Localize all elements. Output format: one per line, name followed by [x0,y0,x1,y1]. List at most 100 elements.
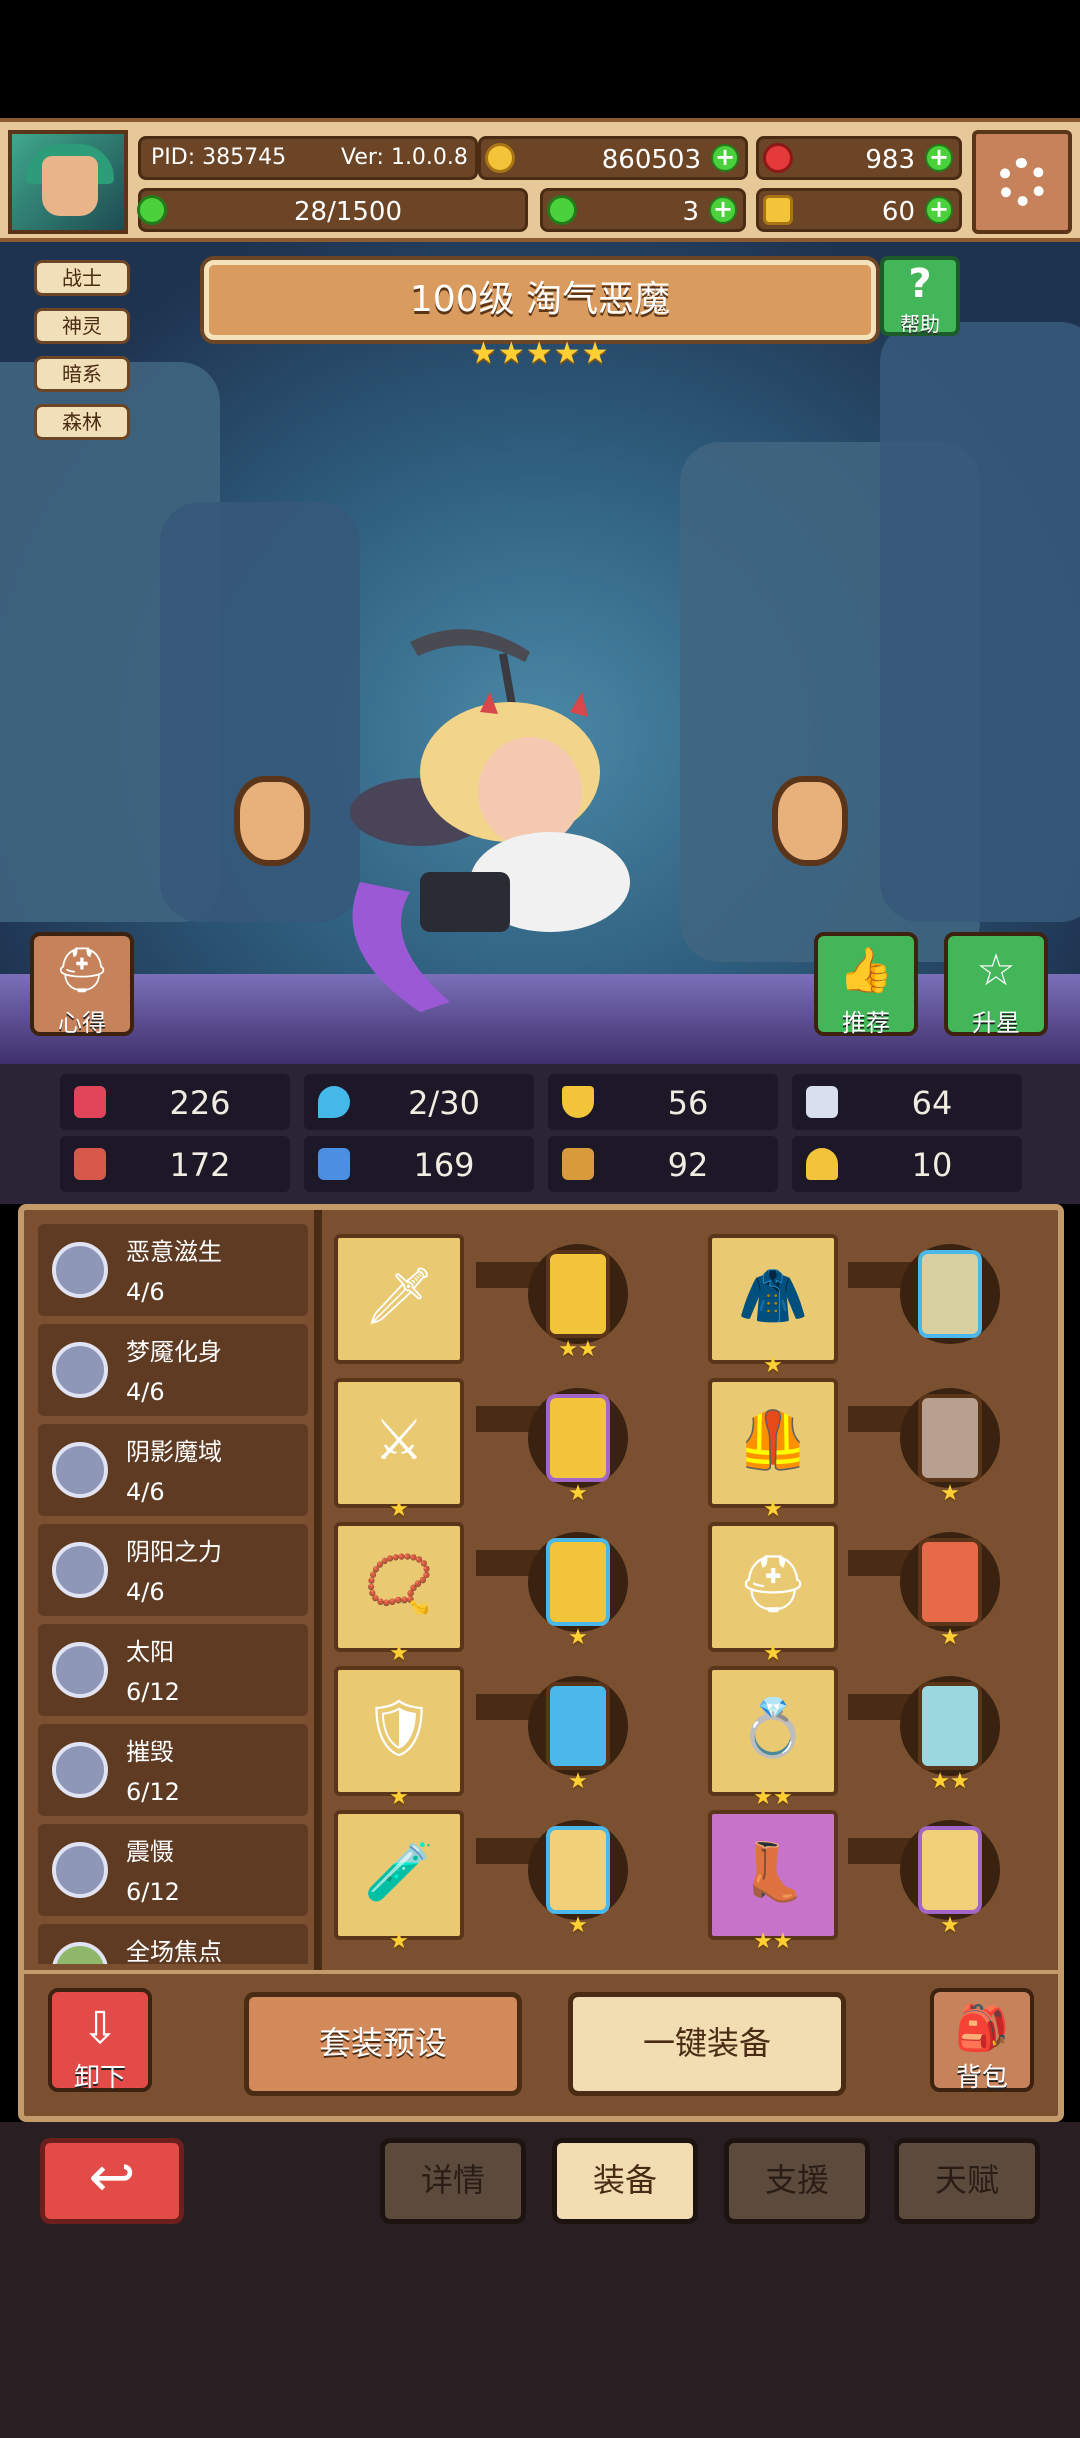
stat-hp: 226 [60,1074,290,1130]
rune-card-icon [918,1538,982,1626]
avatar-face [42,156,98,216]
top-status-bar: PID: 385745 Ver: 1.0.0.8 860503 + 983 + … [0,118,1080,242]
equip-all-button[interactable]: 一键装备 [568,1992,846,2096]
set-item[interactable]: 全场焦点 [38,1924,308,1964]
set-skull-icon [52,1842,108,1898]
slot-stars: ★ [763,1497,783,1522]
stat-attack: 172 [60,1136,290,1192]
offhand-rune-slot[interactable]: ★ [528,1388,628,1506]
weapon-rune-slot[interactable]: ★★ [528,1244,628,1362]
slot-stars: ★ [763,1353,783,1378]
scroll-amount: 60 [881,197,915,227]
set-item[interactable]: 太阳 6/12 [38,1624,308,1716]
tag-class[interactable]: 战士 [34,260,130,296]
stat-resist: 92 [548,1136,778,1192]
offhand-slot[interactable]: ⚔ ★ [334,1378,464,1522]
chest-rune-slot[interactable]: ★ [900,1388,1000,1506]
set-name: 摧毁 [126,1738,174,1766]
hero-character-sprite [350,629,630,1012]
helmet-rune-slot[interactable]: ★ [900,1532,1000,1650]
insight-label: 心得 [58,1009,106,1037]
help-label: 帮助 [900,312,940,336]
helmet-icon: ⛑ [737,1552,809,1617]
star-up-button[interactable]: ☆ 升星 [944,932,1048,1037]
weapon-slot[interactable]: 🗡 [334,1234,464,1364]
necklace-rune-slot[interactable]: ★ [528,1532,628,1650]
set-item[interactable]: 摧毁 6/12 [38,1724,308,1816]
set-sun-icon [52,1642,108,1698]
set-name: 太阳 [126,1638,174,1666]
necklace-icon: 📿 [364,1552,434,1617]
hero-scene: 战士 神灵 暗系 森林 100级 淘气恶魔 ★★★★★ ? 帮助 ⛑ 心得 👍 … [0,242,1080,1064]
energy-panel: 28/1500 [137,188,528,232]
stat-value: 10 [911,1146,953,1184]
set-item[interactable]: 恶意滋生 4/6 [38,1224,308,1316]
recommend-button[interactable]: 👍 推荐 [814,932,918,1037]
set-item[interactable]: 震慑 6/12 [38,1824,308,1916]
thumbs-up-icon: 👍 [838,945,894,996]
set-preset-button[interactable]: 套装预设 [244,1992,522,2096]
tab-details[interactable]: 详情 [380,2138,526,2224]
helmet-slot[interactable]: ⛑ ★ [708,1522,838,1666]
set-name: 阴影魔域 [126,1438,222,1466]
player-avatar[interactable] [8,130,128,234]
wing-icon [806,1086,838,1118]
fist-icon [74,1148,106,1180]
tag-terrain[interactable]: 森林 [34,404,130,440]
help-button[interactable]: ? 帮助 [880,256,960,336]
set-name: 梦魇化身 [126,1338,222,1366]
set-name: 全场焦点 [126,1938,222,1964]
set-bonus-list[interactable]: 恶意滋生 4/6 梦魇化身 4/6 阴影魔域 4/6 阴阳之力 4/6 太阳 6/12 摧… [38,1224,308,1964]
set-count: 4/6 [126,1278,165,1306]
ring-rune-slot[interactable]: ★★ [900,1676,1000,1794]
energy-clover-icon [137,195,167,225]
unequip-button[interactable]: ⇩ 卸下 [48,1988,152,2093]
insight-button[interactable]: ⛑ 心得 [30,932,134,1037]
chest-slot[interactable]: 🦺 ★ [708,1378,838,1522]
star-up-icon: ☆ [976,945,1016,996]
ring-slot[interactable]: 💍 ★★ [708,1666,838,1810]
add-scroll-button[interactable]: + [925,196,953,224]
question-icon: ? [908,261,932,307]
set-count: 6/12 [126,1878,180,1906]
rune-card-icon [546,1826,610,1914]
back-button[interactable]: ↩ [40,2138,184,2224]
tag-element[interactable]: 暗系 [34,356,130,392]
add-gem-button[interactable]: + [925,144,953,172]
boots-icon: 👢 [738,1840,808,1905]
potion-rune-slot[interactable]: ★ [528,1820,628,1938]
gem-amount: 983 [865,145,915,175]
gold-panel: 860503 + [478,136,748,180]
head-slot[interactable]: 🧥 ★ [708,1234,838,1378]
previous-hero-button[interactable] [234,776,310,866]
head-rune-slot[interactable] [900,1244,1000,1344]
add-clover-button[interactable]: + [709,196,737,224]
tab-talent[interactable]: 天赋 [894,2138,1040,2224]
clover-amount: 3 [682,197,699,227]
set-item[interactable]: 阴阳之力 4/6 [38,1524,308,1616]
shoulder-rune-slot[interactable]: ★ [528,1676,628,1794]
tab-support[interactable]: 支援 [724,2138,870,2224]
ring-icon: 💍 [738,1696,808,1761]
set-item[interactable]: 梦魇化身 4/6 [38,1324,308,1416]
hood-icon: 🧥 [738,1264,808,1329]
horseshoe-icon [806,1148,838,1180]
backpack-button[interactable]: 🎒 背包 [930,1988,1034,2093]
tag-race[interactable]: 神灵 [34,308,130,344]
next-hero-button[interactable] [772,776,848,866]
rune-stars: ★ [940,1625,960,1650]
unequip-label: 卸下 [73,2063,126,2093]
necklace-slot[interactable]: 📿 ★ [334,1522,464,1666]
boots-slot[interactable]: 👢 ★★ [708,1810,838,1954]
set-moon-icon [52,1442,108,1498]
boots-rune-slot[interactable]: ★ [900,1820,1000,1938]
add-gold-button[interactable]: + [711,144,739,172]
set-item[interactable]: 阴影魔域 4/6 [38,1424,308,1516]
potion-slot[interactable]: 🧪 ★ [334,1810,464,1954]
recommend-label: 推荐 [842,1009,890,1037]
shoulder-slot[interactable]: 🛡 ★ [334,1666,464,1810]
set-shield-icon [52,1242,108,1298]
settings-button[interactable] [972,130,1072,234]
tab-equipment[interactable]: 装备 [552,2138,698,2224]
backpack-label: 背包 [955,2063,1008,2093]
